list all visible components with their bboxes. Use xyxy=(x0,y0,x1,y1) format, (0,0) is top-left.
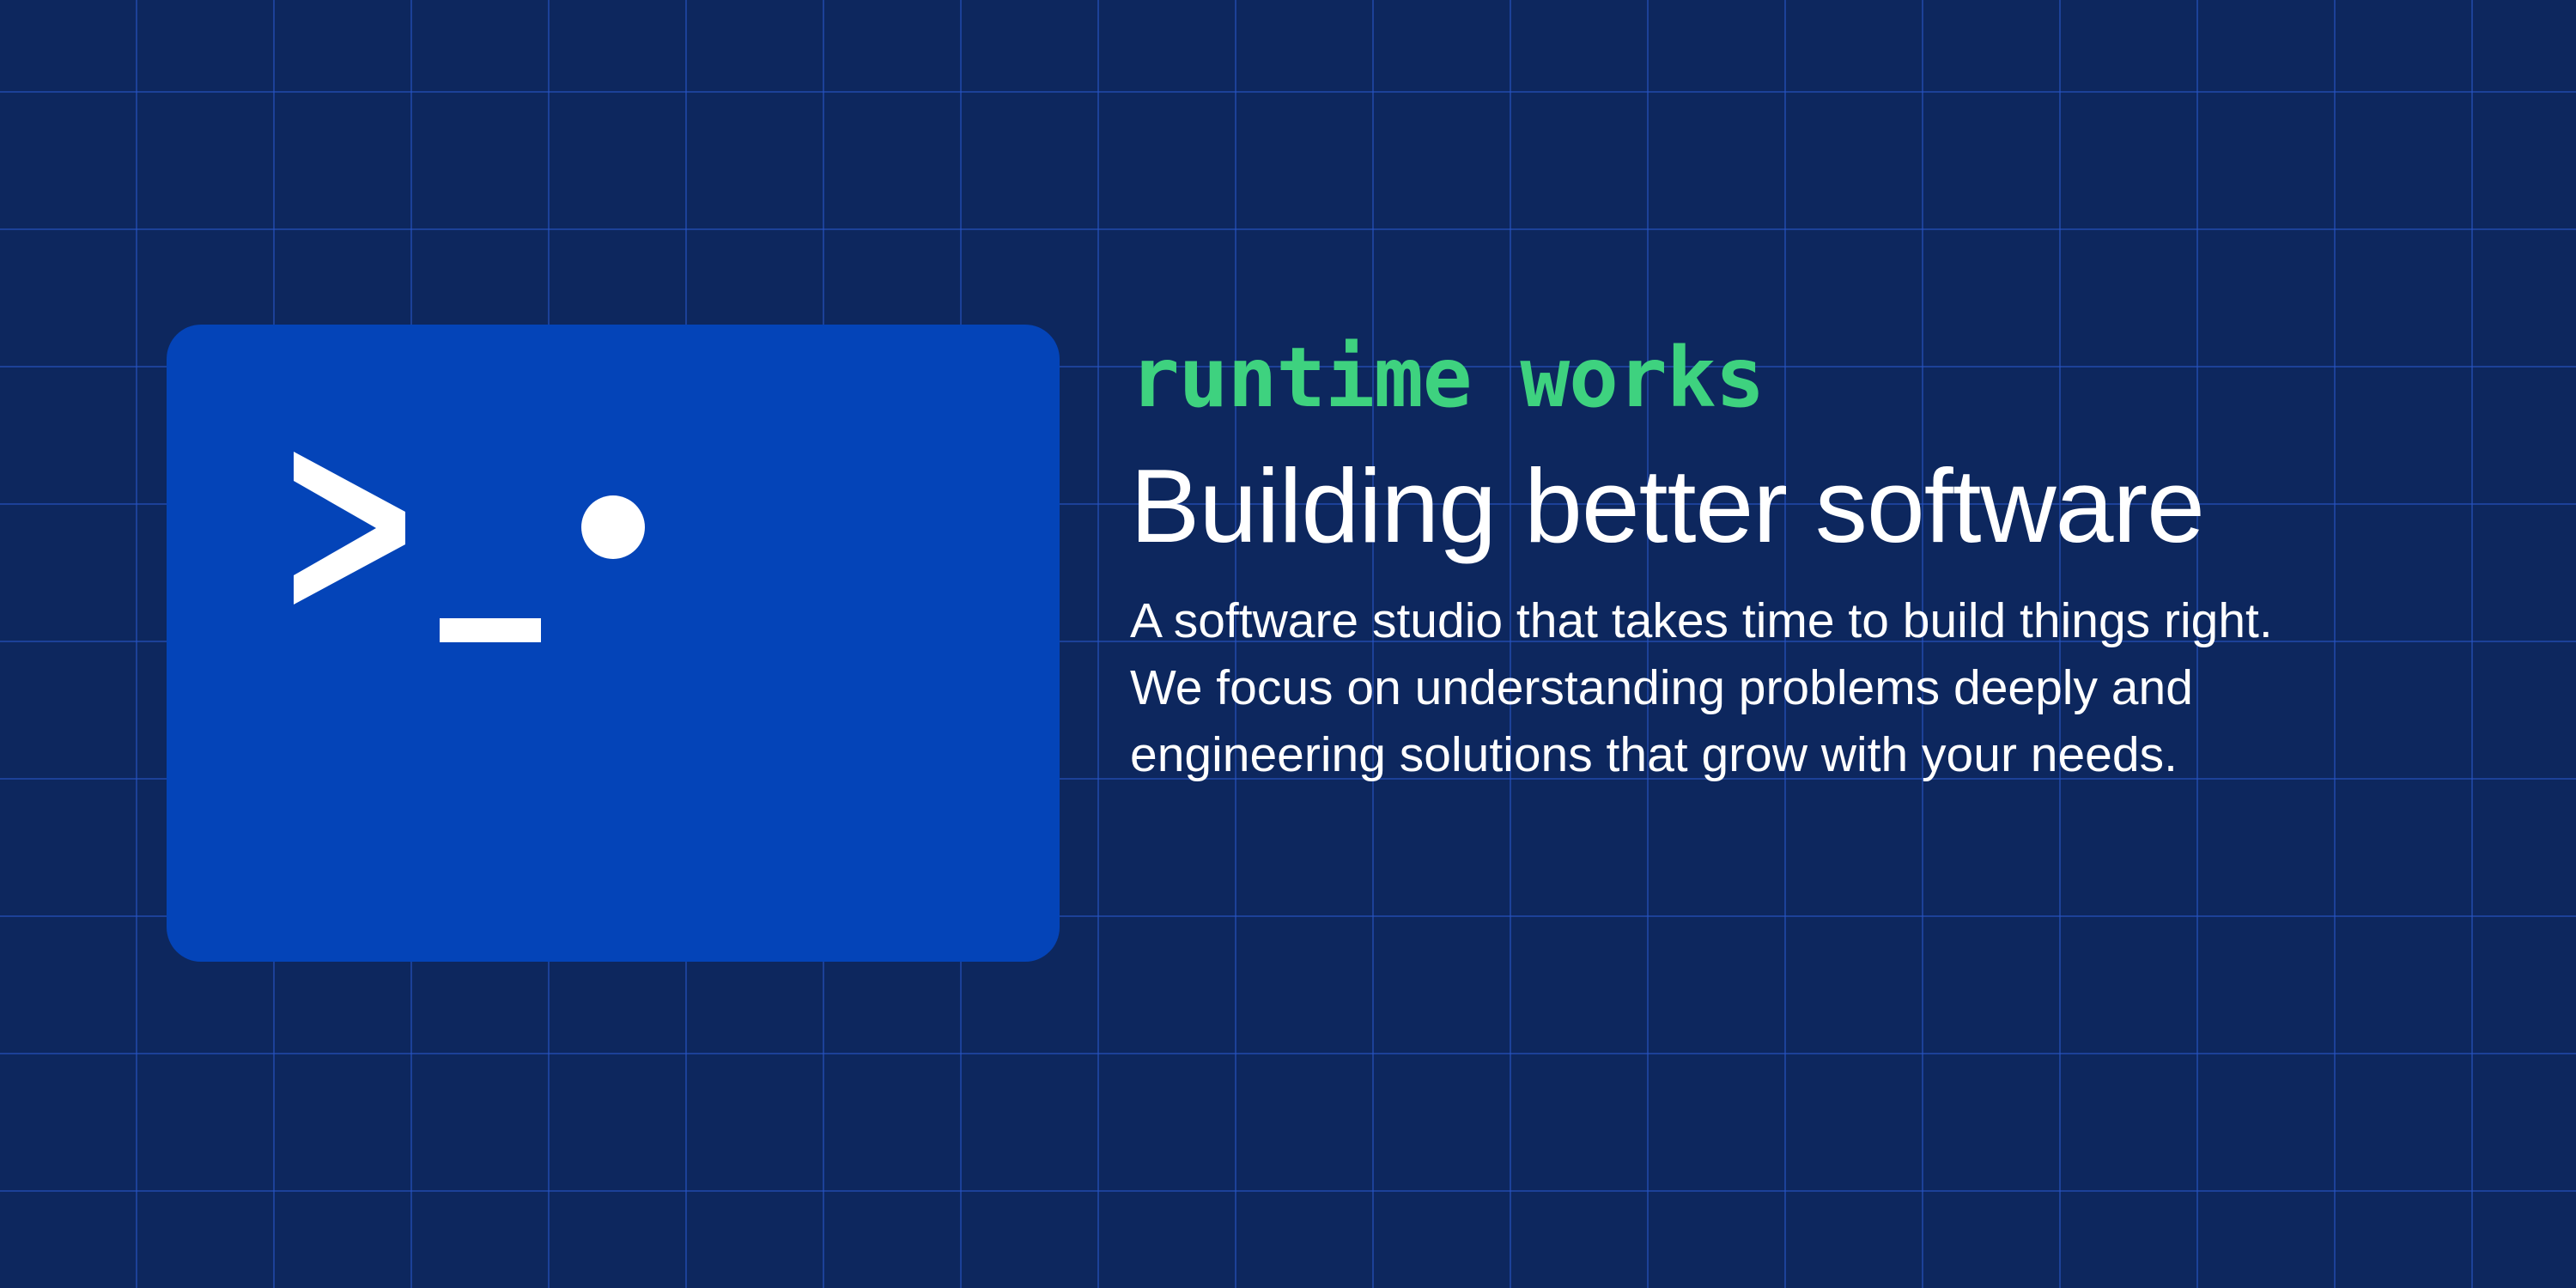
brand-name: runtime works xyxy=(1130,330,1765,426)
description: A software studio that takes time to bui… xyxy=(1130,587,2521,788)
description-line: We focus on understanding problems deepl… xyxy=(1130,660,2193,715)
logo-card xyxy=(167,325,1060,962)
hero-text-block: runtime works Building better software A… xyxy=(1130,326,2521,788)
description-line: engineering solutions that grow with you… xyxy=(1130,727,2178,782)
prompt-dot xyxy=(581,495,645,559)
terminal-prompt-icon xyxy=(294,452,645,642)
prompt-cursor xyxy=(440,618,541,642)
headline: Building better software xyxy=(1130,447,2205,564)
prompt-chevron xyxy=(294,452,405,605)
description-line: A software studio that takes time to bui… xyxy=(1130,593,2273,648)
